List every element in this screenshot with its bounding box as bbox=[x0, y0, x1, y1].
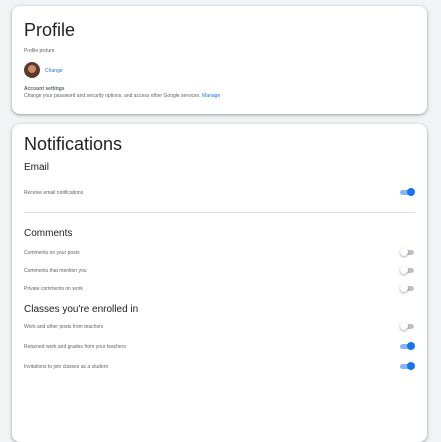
returned-work-toggle[interactable] bbox=[400, 342, 415, 350]
account-settings-text: Change your password and security option… bbox=[24, 93, 201, 99]
notifications-title: Notifications bbox=[24, 134, 123, 154]
receive-email-label: Receive email notifications bbox=[24, 190, 84, 196]
returned-work-label: Returned work and grades from your teach… bbox=[24, 344, 126, 350]
account-settings-description: Change your password and security option… bbox=[24, 93, 220, 99]
avatar[interactable] bbox=[24, 62, 40, 78]
email-section-title: Email bbox=[24, 162, 50, 173]
profile-card: Profile Profile picture Change Account s… bbox=[12, 6, 427, 114]
toggle-thumb bbox=[407, 342, 415, 350]
comments-on-posts-toggle[interactable] bbox=[400, 248, 414, 256]
receive-email-toggle[interactable] bbox=[400, 188, 415, 196]
comments-on-posts-label: Comments on your posts bbox=[24, 250, 80, 256]
toggle-thumb bbox=[400, 284, 408, 292]
divider bbox=[24, 212, 415, 213]
profile-picture-label: Profile picture bbox=[24, 48, 55, 54]
toggle-thumb bbox=[400, 322, 408, 330]
invitations-toggle[interactable] bbox=[400, 362, 415, 370]
toggle-thumb bbox=[400, 248, 408, 256]
comments-section-title: Comments bbox=[24, 228, 73, 239]
comments-mention-label: Comments that mention you bbox=[24, 268, 87, 274]
toggle-thumb bbox=[407, 188, 415, 196]
manage-link[interactable]: Manage bbox=[202, 93, 220, 99]
classes-section-title: Classes you're enrolled in bbox=[24, 304, 139, 315]
change-picture-link[interactable]: Change bbox=[45, 68, 63, 74]
toggle-thumb bbox=[407, 362, 415, 370]
toggle-thumb bbox=[400, 266, 408, 274]
account-settings-label: Account settings bbox=[24, 86, 65, 92]
private-comments-toggle[interactable] bbox=[400, 284, 414, 292]
comments-mention-toggle[interactable] bbox=[400, 266, 414, 274]
private-comments-label: Private comments on work bbox=[24, 286, 83, 292]
notifications-card: Notifications Email Receive email notifi… bbox=[12, 124, 427, 442]
teacher-posts-toggle[interactable] bbox=[400, 322, 414, 330]
teacher-posts-label: Work and other posts from teachers bbox=[24, 324, 104, 330]
profile-title: Profile bbox=[24, 20, 76, 40]
invitations-label: Invitations to join classes as a student bbox=[24, 364, 108, 370]
